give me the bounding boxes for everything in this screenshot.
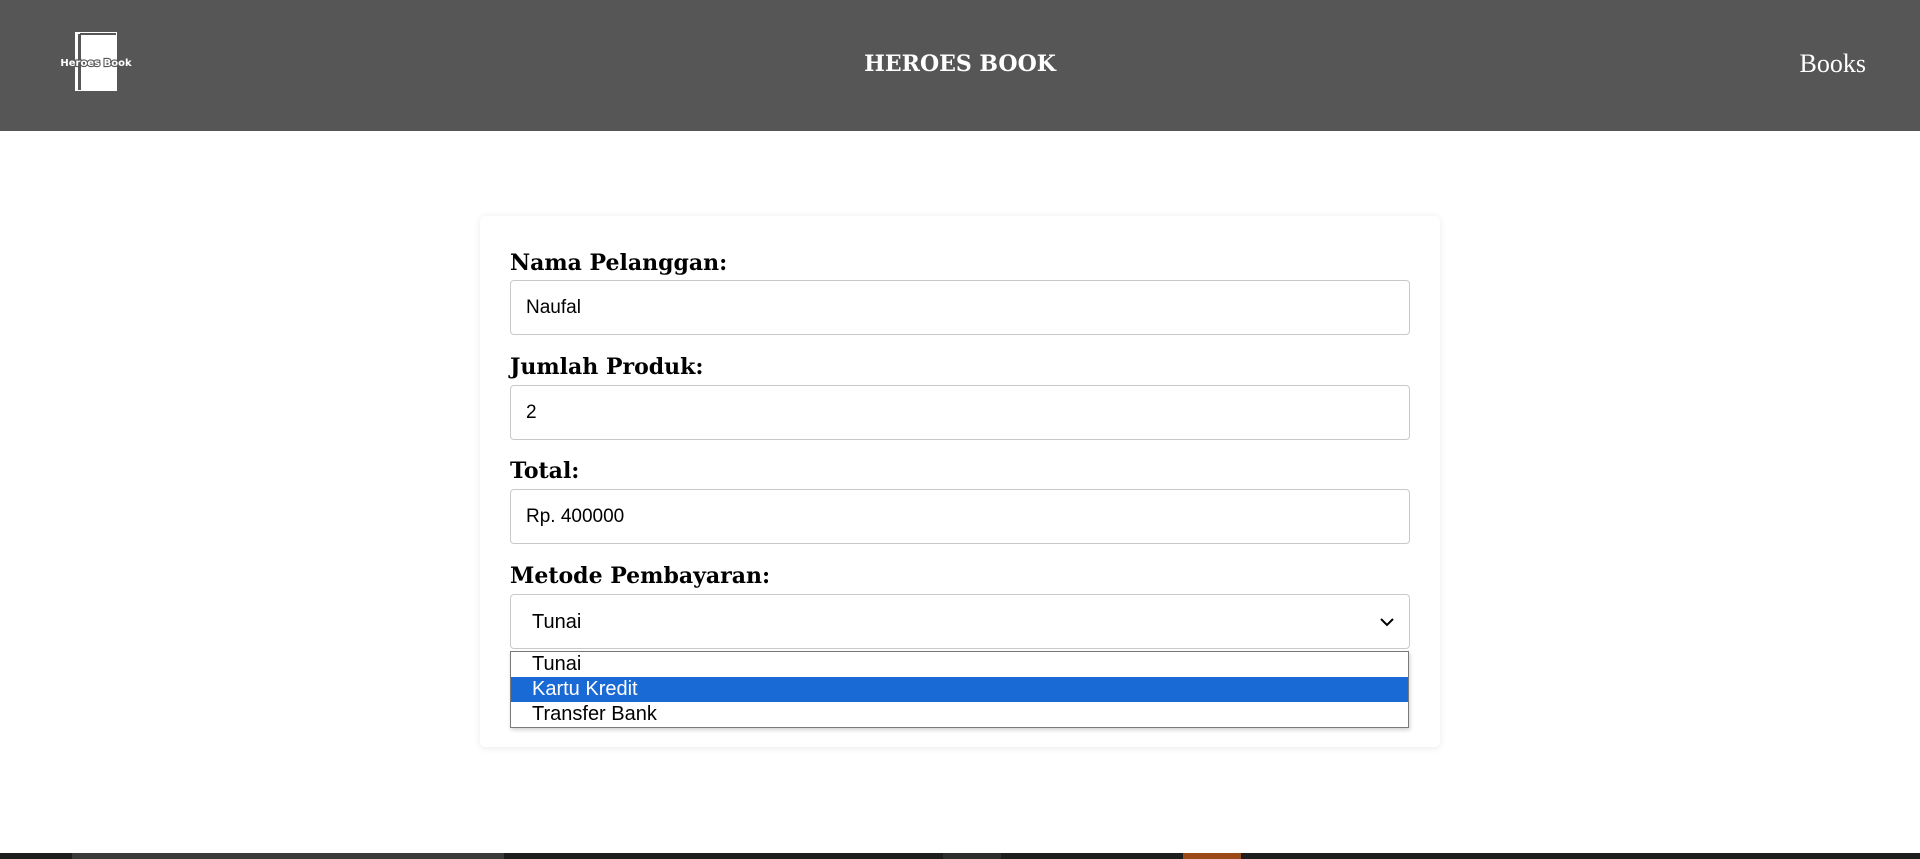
payment-method-select[interactable]: Tunai — [510, 594, 1410, 649]
bottom-edge-strip — [0, 853, 1920, 859]
payment-method-selected-value: Tunai — [532, 611, 582, 633]
chevron-down-icon — [1380, 618, 1394, 627]
site-title: HEROES BOOK — [864, 51, 1056, 77]
payment-option-transfer-bank[interactable]: Transfer Bank — [511, 702, 1408, 727]
top-navbar: Heroes Book HEROES BOOK Books — [0, 0, 1920, 131]
total-label: Total: — [510, 458, 580, 484]
nav-link-books[interactable]: Books — [1800, 48, 1866, 80]
strip-segment — [943, 853, 1001, 859]
payment-method-dropdown-list: Tunai Kartu Kredit Transfer Bank — [510, 651, 1409, 728]
customer-name-input[interactable] — [510, 280, 1410, 335]
product-quantity-input[interactable] — [510, 385, 1410, 440]
payment-option-kartu-kredit[interactable]: Kartu Kredit — [511, 677, 1408, 702]
strip-segment — [72, 853, 504, 859]
strip-segment — [1183, 853, 1241, 859]
total-input[interactable] — [510, 489, 1410, 544]
payment-method-label: Metode Pembayaran: — [510, 563, 771, 589]
payment-option-tunai[interactable]: Tunai — [511, 652, 1408, 677]
customer-name-label: Nama Pelanggan: — [510, 250, 728, 276]
product-quantity-label: Jumlah Produk: — [510, 354, 704, 380]
